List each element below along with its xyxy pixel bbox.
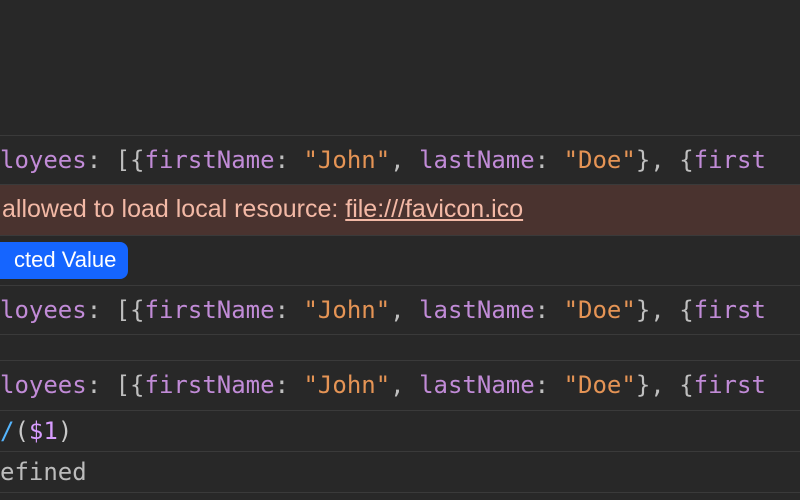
string-literal: "John" xyxy=(303,371,390,399)
string-literal: "Doe" xyxy=(564,146,636,174)
punct: : xyxy=(87,146,116,174)
key: first xyxy=(694,371,766,399)
paren-open: ( xyxy=(14,417,28,445)
punct: : xyxy=(275,371,304,399)
punct: : xyxy=(535,296,564,324)
punct: { xyxy=(679,296,693,324)
key: lastName xyxy=(419,371,535,399)
punct: { xyxy=(679,146,693,174)
punct: : xyxy=(275,296,304,324)
string-literal: "John" xyxy=(303,146,390,174)
punct: : xyxy=(87,296,116,324)
punct: : xyxy=(87,371,116,399)
string-literal: "John" xyxy=(303,296,390,324)
punct: { xyxy=(679,371,693,399)
punct: }, xyxy=(636,371,679,399)
key: firstName xyxy=(145,371,275,399)
selected-value-badge[interactable]: cted Value xyxy=(0,242,128,279)
function-arg: $1 xyxy=(29,417,58,445)
console-log-row[interactable]: loyees: [{firstName: "John", lastName: "… xyxy=(0,136,800,185)
key: first xyxy=(694,146,766,174)
error-message-text: allowed to load local resource: xyxy=(2,195,345,223)
row-gap xyxy=(0,335,800,361)
console-error-row[interactable]: allowed to load local resource: file:///… xyxy=(0,185,800,236)
punct-open: [{ xyxy=(116,146,145,174)
key: lastName xyxy=(419,146,535,174)
punct: }, xyxy=(636,146,679,174)
punct: : xyxy=(535,371,564,399)
punct: , xyxy=(390,146,419,174)
console-log-row[interactable]: loyees: [{firstName: "John", lastName: "… xyxy=(0,361,800,410)
string-literal: "Doe" xyxy=(564,371,636,399)
property-name: loyees xyxy=(0,146,87,174)
error-resource-link[interactable]: file:///favicon.ico xyxy=(345,195,523,223)
key: first xyxy=(694,296,766,324)
punct: : xyxy=(275,146,304,174)
result-text: efined xyxy=(0,458,87,486)
punct: }, xyxy=(636,296,679,324)
console-expression-row[interactable]: /($1) xyxy=(0,411,800,452)
key: firstName xyxy=(145,146,275,174)
punct-open: [{ xyxy=(116,296,145,324)
console-log-row[interactable]: loyees: [{firstName: "John", lastName: "… xyxy=(0,286,800,335)
key: firstName xyxy=(145,296,275,324)
function-name: / xyxy=(0,417,14,445)
key: lastName xyxy=(419,296,535,324)
devtools-console: loyees: [{firstName: "John", lastName: "… xyxy=(0,0,800,493)
punct: , xyxy=(390,371,419,399)
property-name: loyees xyxy=(0,371,87,399)
paren-close: ) xyxy=(58,417,72,445)
punct: , xyxy=(390,296,419,324)
punct-open: [{ xyxy=(116,371,145,399)
console-blank-area xyxy=(0,0,800,136)
punct: : xyxy=(535,146,564,174)
string-literal: "Doe" xyxy=(564,296,636,324)
property-name: loyees xyxy=(0,296,87,324)
selected-value-row: cted Value xyxy=(0,236,800,286)
console-result-row[interactable]: efined xyxy=(0,452,800,493)
